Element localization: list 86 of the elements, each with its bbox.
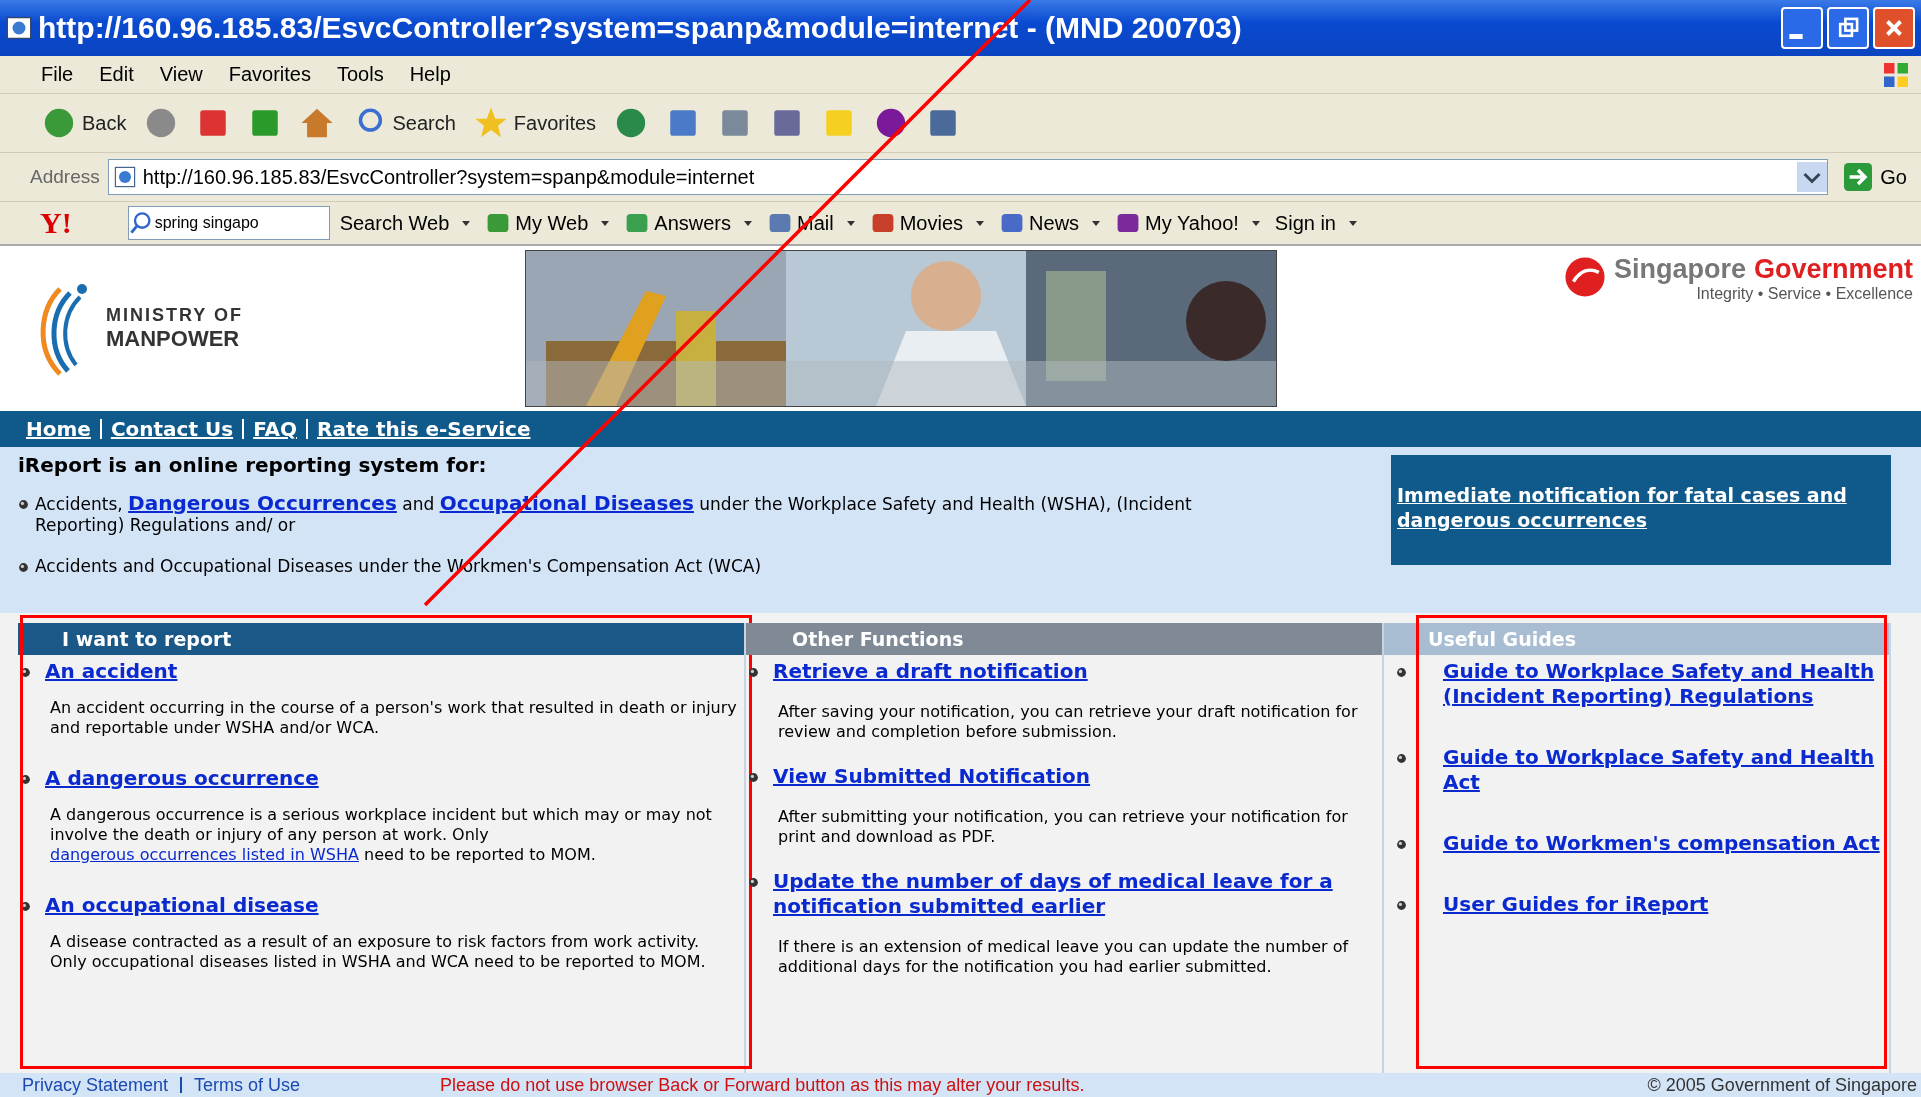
close-button[interactable] bbox=[1873, 7, 1915, 49]
ministry-name: MINISTRY OF bbox=[106, 305, 243, 326]
signin-button[interactable]: Sign in bbox=[1270, 211, 1362, 235]
bullet-icon bbox=[1396, 753, 1407, 764]
bullet-icon bbox=[20, 774, 31, 785]
item-description: If there is an extension of medical leave you can update the number of additional days for the notification you had earlier submitted. bbox=[778, 937, 1350, 977]
government-name: Government bbox=[1753, 254, 1913, 285]
nav-link[interactable]: Rate this e-Service bbox=[317, 417, 531, 441]
menu-item[interactable]: Favorites bbox=[217, 63, 322, 86]
bullet-icon bbox=[20, 901, 31, 912]
item-link[interactable]: An accident bbox=[45, 659, 178, 684]
nav-link[interactable]: FAQ bbox=[253, 417, 297, 441]
menu-item[interactable]: Help bbox=[398, 63, 462, 86]
caret-icon bbox=[1250, 218, 1261, 228]
column-header: I want to report bbox=[18, 623, 744, 655]
column-header: Useful Guides bbox=[1384, 623, 1889, 655]
notification-link[interactable]: Immediate notification for fatal cases and dangerous occurrences bbox=[1391, 455, 1891, 565]
intro-link[interactable]: Dangerous Occurrences bbox=[128, 491, 397, 515]
item-description: A dangerous occurrence is a serious workplace incident but which may or may not involve the death or injury of any person at work. Only dangerous occurrences listed in WSHA need to be reported to MOM. bbox=[50, 805, 713, 865]
item-link[interactable]: Guide to Workmen's compensation Act bbox=[1443, 831, 1880, 856]
item-description: After submitting your notification, you can retrieve your notification for print and download as PDF. bbox=[778, 807, 1349, 847]
bullet-icon bbox=[748, 772, 759, 783]
minimize-icon bbox=[1789, 33, 1803, 39]
bullet-icon bbox=[1396, 900, 1407, 911]
intro-heading: iReport is an online reporting system for: bbox=[18, 453, 488, 477]
movies-button[interactable]: Movies bbox=[865, 210, 990, 236]
column-header: Other Functions bbox=[746, 623, 1382, 655]
caret-icon bbox=[600, 218, 611, 228]
item-link[interactable]: A dangerous occurrence bbox=[45, 766, 319, 791]
item-link[interactable]: Guide to Workplace Safety and Health (Incident Reporting) Regulations bbox=[1443, 659, 1883, 709]
yahoo-logo[interactable]: Y! bbox=[40, 206, 72, 240]
copyright-text: © 2005 Government of Singapore bbox=[1647, 1074, 1917, 1096]
bullet-icon bbox=[18, 499, 29, 510]
address-label: Address bbox=[30, 166, 100, 188]
page-icon bbox=[112, 165, 137, 189]
menu-item[interactable]: View bbox=[148, 63, 214, 86]
item-link[interactable]: User Guides for iReport bbox=[1443, 892, 1709, 917]
answers-button[interactable]: Answers bbox=[620, 210, 758, 236]
caret-icon bbox=[743, 218, 754, 228]
dropdown-icon[interactable] bbox=[1797, 162, 1828, 192]
item-link[interactable]: Guide to Workplace Safety and Health Act bbox=[1443, 745, 1883, 795]
search-field[interactable]: spring singapo bbox=[127, 206, 330, 240]
caret-icon bbox=[1348, 218, 1358, 228]
web-button[interactable]: My Web bbox=[481, 210, 615, 236]
caret-icon bbox=[461, 218, 472, 228]
item-link[interactable]: Retrieve a draft notification bbox=[773, 659, 1088, 684]
bullet-icon bbox=[1396, 667, 1407, 678]
address-field[interactable]: http://160.96.185.83/EsvcController?system=spanp&module=internet bbox=[107, 159, 1829, 195]
item-link[interactable]: View Submitted Notification bbox=[773, 764, 1091, 789]
bullet-icon bbox=[748, 877, 759, 888]
warning-text: Please do not use browser Back or Forward button as this may alter your results. bbox=[440, 1074, 1085, 1096]
item-link[interactable]: Update the number of days of medical leave for a notification submitted earlier bbox=[773, 869, 1376, 919]
nav-link[interactable]: Home bbox=[26, 417, 91, 441]
footer-link[interactable]: Privacy Statement bbox=[22, 1074, 169, 1096]
go-button[interactable]: Go bbox=[1836, 162, 1913, 192]
search-button[interactable]: Search Web bbox=[335, 211, 476, 235]
menu-item[interactable]: Edit bbox=[88, 63, 145, 86]
ministry-name: MANPOWER bbox=[106, 326, 241, 352]
item-description: An accident occurring in the course of a person's work that resulted in death or injury and reportable under WSHA and/or WCA. bbox=[50, 698, 738, 738]
bullet-icon bbox=[748, 667, 759, 678]
news-button[interactable]: News bbox=[995, 210, 1106, 236]
government-motto: Integrity • Service • Excellence bbox=[1695, 285, 1913, 303]
caret-icon bbox=[975, 218, 986, 228]
yahoo-button[interactable]: My Yahoo! bbox=[1111, 210, 1265, 236]
footer-link[interactable]: Terms of Use bbox=[194, 1074, 301, 1096]
browser-icon bbox=[6, 15, 32, 41]
bullet-icon bbox=[20, 667, 31, 678]
bullet-icon bbox=[18, 562, 29, 573]
back-button[interactable]: Back bbox=[40, 104, 129, 142]
bullet-icon bbox=[1396, 839, 1407, 850]
item-description: After saving your notification, you can retrieve your draft notification for review and completion before submission. bbox=[778, 702, 1359, 742]
caret-icon bbox=[845, 218, 856, 228]
item-description: A disease contracted as a result of an exposure to risk factors from work activity. Only occupational diseases listed in WSHA and WCA need to be reported to MOM. bbox=[50, 932, 707, 972]
menu-item[interactable]: File bbox=[30, 63, 85, 86]
menu-item[interactable]: Tools bbox=[325, 63, 395, 86]
home-icon bbox=[300, 106, 335, 140]
description-link[interactable]: dangerous occurrences listed in WSHA bbox=[50, 845, 359, 864]
caret-icon bbox=[1091, 218, 1102, 228]
favorites-icon bbox=[473, 106, 508, 140]
minimize-button[interactable] bbox=[1781, 7, 1823, 49]
item-link[interactable]: An occupational disease bbox=[45, 893, 319, 918]
government-name: Singapore bbox=[1613, 254, 1746, 285]
restore-button[interactable] bbox=[1827, 7, 1869, 49]
favorites-button[interactable]: Favorites bbox=[471, 104, 599, 142]
search-button[interactable]: Search bbox=[350, 104, 458, 142]
nav-link[interactable]: Contact Us bbox=[110, 417, 234, 441]
